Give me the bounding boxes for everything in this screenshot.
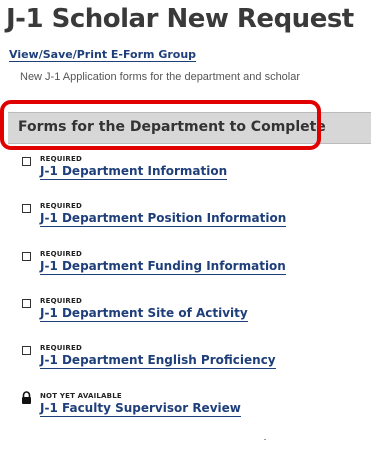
- lock-icon: [22, 391, 31, 404]
- form-link-department-funding-information[interactable]: J-1 Department Funding Information: [40, 259, 286, 275]
- checkbox-icon[interactable]: [22, 299, 31, 308]
- form-link-department-english-proficiency[interactable]: J-1 Department English Proficiency: [40, 353, 276, 369]
- highlight-annotation: [0, 100, 321, 150]
- form-link-department-position-information[interactable]: J-1 Department Position Information: [40, 211, 287, 227]
- checkbox-icon[interactable]: [22, 204, 31, 213]
- form-status-badge: REQUIRED: [40, 344, 82, 352]
- checkbox-icon[interactable]: [22, 346, 31, 355]
- form-status-badge: REQUIRED: [40, 250, 82, 258]
- form-status-badge: REQUIRED: [40, 155, 82, 163]
- form-link-faculty-supervisor-review[interactable]: J-1 Faculty Supervisor Review: [40, 401, 241, 417]
- form-link-department-site-of-activity[interactable]: J-1 Department Site of Activity: [40, 306, 248, 322]
- checkbox-icon[interactable]: [22, 157, 31, 166]
- view-save-print-group-link[interactable]: View/Save/Print E-Form Group: [9, 48, 197, 62]
- checkbox-icon[interactable]: [22, 252, 31, 261]
- stray-mark: [264, 439, 266, 440]
- form-status-badge: REQUIRED: [40, 202, 82, 210]
- page-title: J-1 Scholar New Request: [6, 4, 354, 34]
- page-description: New J-1 Application forms for the depart…: [20, 71, 301, 83]
- form-status-badge: REQUIRED: [40, 297, 82, 305]
- form-link-department-information[interactable]: J-1 Department Information: [40, 164, 228, 180]
- form-status-badge: NOT YET AVAILABLE: [40, 392, 122, 400]
